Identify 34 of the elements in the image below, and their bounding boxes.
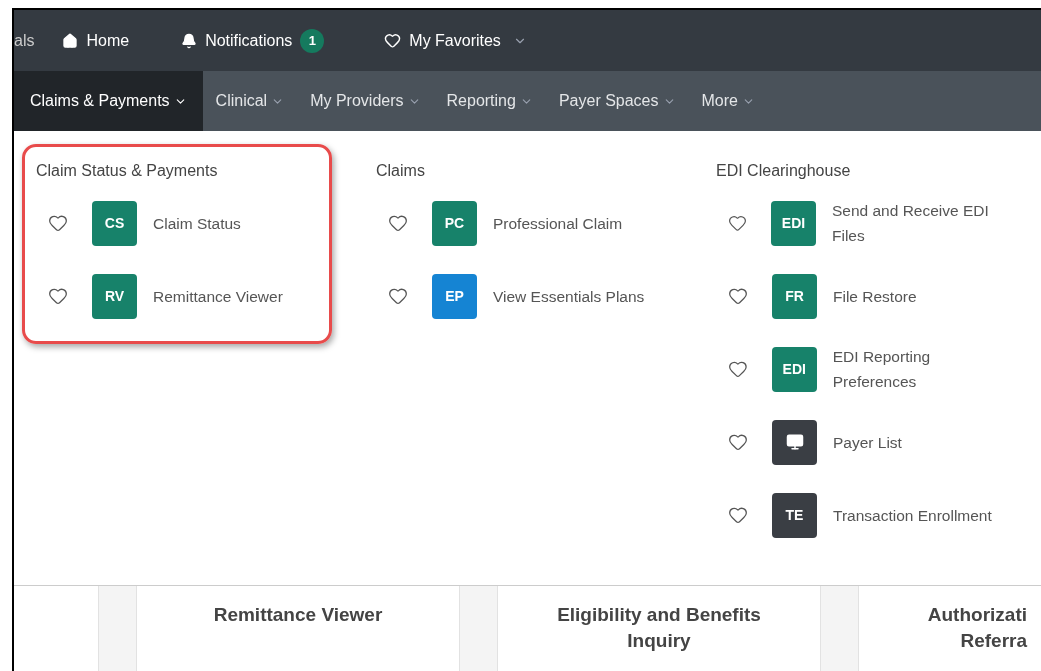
menu-link[interactable]: Remittance Viewer — [149, 283, 283, 309]
column-heading: Claims — [376, 161, 426, 181]
tile-initials: CS — [104, 213, 125, 233]
nav-tab[interactable]: Reporting — [433, 71, 546, 131]
tile-initials: EP — [445, 286, 464, 306]
tile-initials: FR — [785, 286, 804, 306]
top-nav-link[interactable]: Notifications — [205, 28, 293, 53]
column-heading: Claim Status & Payments — [36, 161, 219, 181]
menu-link[interactable]: Claim Status — [149, 210, 241, 236]
card-title[interactable]: Eligibility and Benefits Inquiry — [529, 602, 789, 671]
tile-initials: EDI — [782, 359, 806, 379]
tile-initials: RV — [104, 286, 125, 306]
top-nav-link[interactable]: My Favorites — [409, 28, 501, 53]
notification-count: 1 — [300, 28, 325, 53]
top-nav-link[interactable]: Home — [86, 28, 130, 53]
nav-tab[interactable]: Claims & Payments — [14, 71, 203, 131]
card-title[interactable]: Remittance Viewer — [168, 602, 428, 671]
nav-tab[interactable]: Payer Spaces — [545, 71, 689, 131]
nav-tab[interactable]: More — [688, 71, 768, 131]
tile-initials: EDI — [781, 213, 806, 233]
tile-initials: TE — [785, 505, 804, 525]
nav-tab[interactable]: Clinical — [202, 71, 298, 131]
nav-tab[interactable]: My Providers — [297, 71, 434, 131]
menu-link[interactable]: File Restore — [829, 283, 917, 309]
menu-link[interactable]: Send and Receive EDI Files — [828, 198, 1016, 248]
menu-link[interactable]: EDI Reporting Preferences — [828, 344, 1016, 394]
card-title[interactable]: Authorizati Referra — [927, 602, 1027, 671]
tile-initials: PC — [444, 213, 465, 233]
menu-link[interactable]: Transaction Enrollment — [829, 502, 992, 528]
cut-link-text[interactable]: als — [14, 28, 35, 53]
menu-link[interactable]: Payer List — [829, 429, 902, 455]
column-heading: EDI Clearinghouse — [716, 161, 852, 181]
menu-link[interactable]: Professional Claim — [489, 210, 623, 236]
menu-link[interactable]: View Essentials Plans — [489, 283, 645, 309]
